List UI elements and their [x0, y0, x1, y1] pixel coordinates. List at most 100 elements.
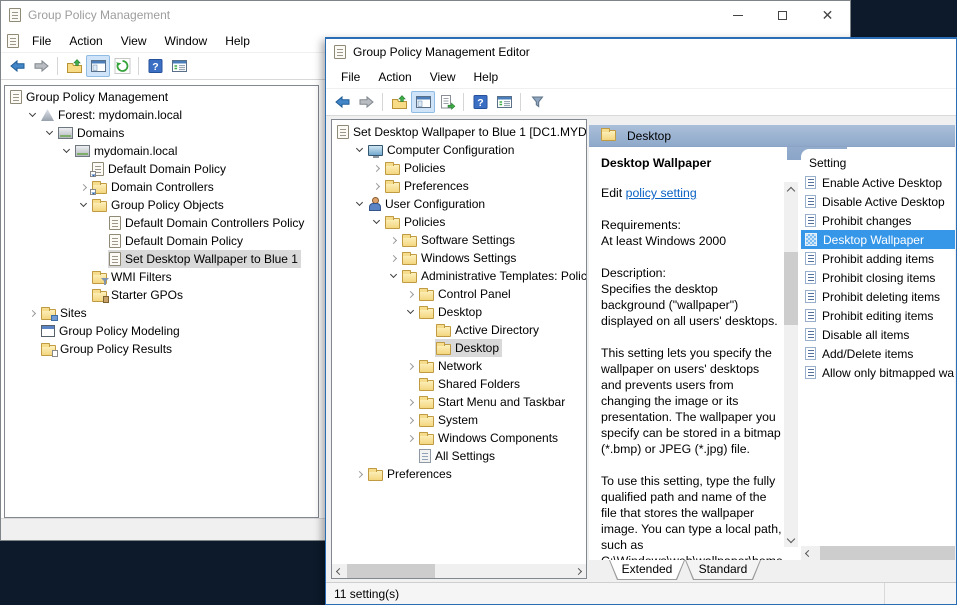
menu-file[interactable]: File	[332, 66, 369, 88]
setting-row-disable-active-desktop[interactable]: Disable Active Desktop	[801, 192, 955, 211]
setting-row-prohibit-editing-items[interactable]: Prohibit editing items	[801, 306, 955, 325]
tree-item-default-domain-controllers-policy[interactable]: Default Domain Controllers Policy	[5, 214, 318, 232]
scroll-left-icon[interactable]	[332, 564, 347, 578]
scroll-left-icon[interactable]	[801, 546, 816, 560]
tree-item-start-menu-and-taskbar[interactable]: Start Menu and Taskbar	[332, 393, 586, 411]
tree-item-computer-configuration[interactable]: Computer Configuration	[332, 141, 586, 159]
tree-item-policies[interactable]: Policies	[332, 159, 586, 177]
setting-row-desktop-wallpaper[interactable]: Desktop Wallpaper	[801, 230, 955, 249]
expand-chevron[interactable]	[60, 142, 74, 160]
expand-chevron[interactable]	[404, 429, 418, 447]
scroll-up-icon[interactable]	[784, 182, 798, 197]
menu-help[interactable]: Help	[465, 66, 508, 88]
tab-extended[interactable]: Extended	[609, 560, 685, 580]
expand-chevron[interactable]	[404, 303, 418, 321]
tree-item-desktop[interactable]: Desktop	[332, 303, 586, 321]
tree-item-preferences[interactable]: Preferences	[332, 177, 586, 195]
scroll-down-icon[interactable]	[784, 532, 798, 547]
tree-item-starter-gpos[interactable]: Starter GPOs	[5, 286, 318, 304]
settings-hscrollbar[interactable]	[801, 546, 955, 560]
menu-action[interactable]: Action	[369, 66, 420, 88]
tree-item-software-settings[interactable]: Software Settings	[332, 231, 586, 249]
tree-item-domains[interactable]: Domains	[5, 124, 318, 142]
tree-item-group-policy-management[interactable]: Group Policy Management	[5, 88, 318, 106]
setting-row-prohibit-deleting-items[interactable]: Prohibit deleting items	[801, 287, 955, 306]
tree-item-policies[interactable]: Policies	[332, 213, 586, 231]
description-vscrollbar[interactable]	[784, 182, 798, 547]
up-folder-button[interactable]	[62, 55, 86, 77]
tree-item-group-policy-objects[interactable]: Group Policy Objects	[5, 196, 318, 214]
help-button[interactable]: ?	[468, 91, 492, 113]
scroll-thumb[interactable]	[347, 564, 435, 578]
tree-item-user-configuration[interactable]: User Configuration	[332, 195, 586, 213]
console-window-button[interactable]	[411, 91, 435, 113]
editor-tree-pane[interactable]: Set Desktop Wallpaper to Blue 1 [DC1.MYD…	[331, 119, 587, 579]
back-button[interactable]	[5, 55, 29, 77]
gpm-tree-pane[interactable]: Group Policy ManagementForest: mydomain.…	[4, 85, 319, 518]
export-list-button[interactable]	[435, 91, 459, 113]
tree-item-administrative-templates-policy-d[interactable]: Administrative Templates: Policy d	[332, 267, 586, 285]
expand-chevron[interactable]	[404, 411, 418, 429]
console-window-button[interactable]	[86, 55, 110, 77]
tree-item-network[interactable]: Network	[332, 357, 586, 375]
expand-chevron[interactable]	[26, 106, 40, 124]
tree-item-set-desktop-wallpaper-to-blue-1-dc1-mydo[interactable]: Set Desktop Wallpaper to Blue 1 [DC1.MYD…	[332, 123, 586, 141]
menu-window[interactable]: Window	[156, 30, 217, 52]
tree-item-forest-mydomain-local[interactable]: Forest: mydomain.local	[5, 106, 318, 124]
menu-action[interactable]: Action	[60, 30, 111, 52]
tree-item-preferences[interactable]: Preferences	[332, 465, 586, 483]
tree-item-mydomain-local[interactable]: mydomain.local	[5, 142, 318, 160]
tree-item-desktop[interactable]: Desktop	[332, 339, 586, 357]
expand-chevron[interactable]	[353, 141, 367, 159]
tab-standard[interactable]: Standard	[685, 560, 761, 580]
scroll-right-icon[interactable]	[571, 564, 586, 578]
expand-chevron[interactable]	[370, 159, 384, 177]
setting-row-prohibit-changes[interactable]: Prohibit changes	[801, 211, 955, 230]
expand-chevron[interactable]	[404, 393, 418, 411]
tree-item-control-panel[interactable]: Control Panel	[332, 285, 586, 303]
expand-chevron[interactable]	[26, 304, 40, 322]
up-folder-button[interactable]	[387, 91, 411, 113]
menu-help[interactable]: Help	[216, 30, 259, 52]
refresh-button[interactable]	[110, 55, 134, 77]
window-list-button[interactable]	[492, 91, 516, 113]
expand-chevron[interactable]	[353, 465, 367, 483]
expand-chevron[interactable]	[387, 231, 401, 249]
expand-chevron[interactable]	[43, 124, 57, 142]
tree-item-group-policy-results[interactable]: Group Policy Results	[5, 340, 318, 358]
expand-chevron[interactable]	[404, 357, 418, 375]
setting-row-allow-only-bitmapped-wa[interactable]: Allow only bitmapped wa	[801, 363, 955, 382]
expand-chevron[interactable]	[370, 213, 384, 231]
expand-chevron[interactable]	[370, 177, 384, 195]
maximize-button[interactable]	[760, 1, 805, 29]
scroll-thumb[interactable]	[784, 252, 798, 325]
menu-view[interactable]: View	[421, 66, 465, 88]
forward-button[interactable]	[354, 91, 378, 113]
menu-view[interactable]: View	[112, 30, 156, 52]
menu-file[interactable]: File	[23, 30, 60, 52]
minimize-button[interactable]	[715, 1, 760, 29]
back-button[interactable]	[330, 91, 354, 113]
tree-item-windows-components[interactable]: Windows Components	[332, 429, 586, 447]
close-button[interactable]: ✕	[805, 1, 850, 29]
expand-chevron[interactable]	[404, 285, 418, 303]
forward-button[interactable]	[29, 55, 53, 77]
setting-row-disable-all-items[interactable]: Disable all items	[801, 325, 955, 344]
tree-item-system[interactable]: System	[332, 411, 586, 429]
setting-row-enable-active-desktop[interactable]: Enable Active Desktop	[801, 173, 955, 192]
expand-chevron[interactable]	[387, 249, 401, 267]
tree-item-windows-settings[interactable]: Windows Settings	[332, 249, 586, 267]
expand-chevron[interactable]	[387, 267, 401, 285]
tree-item-set-desktop-wallpaper-to-blue-1[interactable]: Set Desktop Wallpaper to Blue 1	[5, 250, 318, 268]
tree-item-wmi-filters[interactable]: WMI Filters	[5, 268, 318, 286]
tree-item-shared-folders[interactable]: Shared Folders	[332, 375, 586, 393]
settings-column-header[interactable]: Setting	[801, 153, 955, 173]
tree-item-domain-controllers[interactable]: Domain Controllers	[5, 178, 318, 196]
tree-item-default-domain-policy[interactable]: Default Domain Policy	[5, 160, 318, 178]
settings-list[interactable]: Setting Enable Active DesktopDisable Act…	[801, 149, 955, 546]
filter-button[interactable]	[525, 91, 549, 113]
window-list-button[interactable]	[167, 55, 191, 77]
setting-row-add-delete-items[interactable]: Add/Delete items	[801, 344, 955, 363]
editor-tree-hscrollbar[interactable]	[332, 564, 586, 578]
expand-chevron[interactable]	[353, 195, 367, 213]
